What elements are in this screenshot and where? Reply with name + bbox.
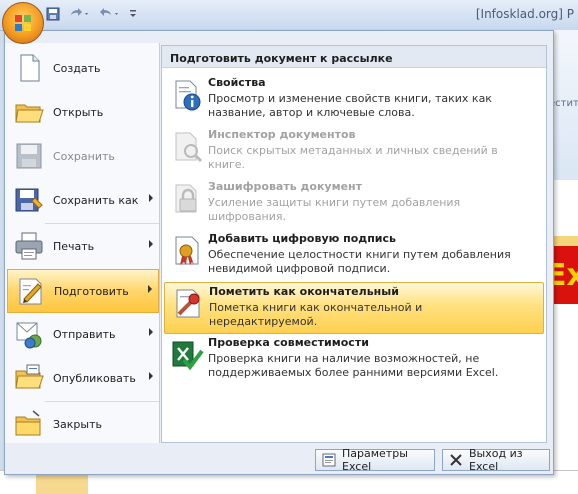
submenu-item[interactable]: Проверка совместимости Проверка книги на … xyxy=(164,334,542,384)
submenu-item[interactable]: Добавить цифровую подпись Обеспечение цел… xyxy=(164,230,542,280)
menu-item-label: Закрыть xyxy=(53,417,102,431)
menu-item-label: Сохранить как xyxy=(53,193,139,207)
menu-item-publish[interactable]: Опубликовать xyxy=(7,357,159,399)
menu-item-save-as[interactable]: Сохранить как xyxy=(7,179,159,221)
menu-item-label: Подготовить xyxy=(54,284,129,298)
submenu-item-description: Поиск скрытых метаданных и личных сведен… xyxy=(208,144,498,171)
menu-item-label: Сохранить xyxy=(53,149,115,163)
submenu-item[interactable]: Инспектор документов Поиск скрытых метада… xyxy=(164,126,542,176)
save-as-icon xyxy=(13,184,45,216)
submenu-item[interactable]: Свойства Просмотр и изменение свойств кни… xyxy=(164,74,542,124)
mark-final-icon xyxy=(171,287,205,321)
submenu-arrow-icon xyxy=(149,240,153,248)
redo-icon[interactable] xyxy=(98,7,120,24)
prepare-icon xyxy=(14,275,46,307)
submenu-item[interactable]: Зашифровать документ Усиление защиты книг… xyxy=(164,178,542,228)
new-document-icon xyxy=(13,52,45,84)
quick-access-toolbar xyxy=(46,6,138,24)
menu-separator xyxy=(45,223,159,224)
office-button[interactable] xyxy=(2,2,44,44)
submenu-item-description: Обеспечение целостности книги путем доба… xyxy=(208,248,511,275)
submenu-item-description: Усиление защиты книги путем добавления ш… xyxy=(208,196,461,223)
menu-item-label: Отправить xyxy=(53,327,116,341)
menu-item-prepare[interactable]: Подготовить xyxy=(7,269,159,313)
window-title: [Infosklad.org] P xyxy=(475,7,574,21)
excel-options-button[interactable]: Параметры Excel xyxy=(315,447,435,473)
submenu-item-title: Свойства xyxy=(208,76,266,89)
submenu-item-description: Проверка книги на наличие возможностей, … xyxy=(208,352,499,379)
submenu-item-title: Зашифровать документ xyxy=(208,180,363,193)
menu-item-label: Открыть xyxy=(53,105,104,119)
submenu-arrow-icon xyxy=(148,285,152,293)
menu-item-send[interactable]: Отправить xyxy=(7,313,159,355)
submenu-item-title: Проверка совместимости xyxy=(208,336,369,349)
exit-excel-label: Выход из Excel xyxy=(469,447,523,473)
title-bar: [Infosklad.org] P xyxy=(0,0,578,31)
submenu-item-title: Добавить цифровую подпись xyxy=(208,232,396,245)
submenu-item-title: Пометить как окончательный xyxy=(209,285,399,298)
submenu-arrow-icon xyxy=(149,328,153,336)
menu-separator xyxy=(45,401,159,402)
close-folder-icon xyxy=(13,408,45,440)
submenu-header: Подготовить документ к рассылке xyxy=(162,46,546,68)
office-menu: Создать Открыть Сохранить Сохранить как Печа… xyxy=(4,30,554,475)
submenu-item-title: Инспектор документов xyxy=(208,128,356,141)
submenu-item-description: Просмотр и изменение свойств книги, таки… xyxy=(208,92,492,119)
submenu-arrow-icon xyxy=(149,372,153,380)
send-icon xyxy=(13,318,45,350)
exit-x-icon xyxy=(449,453,463,467)
menu-item-label: Опубликовать xyxy=(53,371,136,385)
open-folder-icon xyxy=(13,96,45,128)
inspect-document-icon xyxy=(170,130,204,164)
office-menu-commands: Создать Открыть Сохранить Сохранить как Печа… xyxy=(5,43,160,443)
submenu-item[interactable]: Пометить как окончательный Пометка книги … xyxy=(164,282,544,334)
menu-item-label: Создать xyxy=(53,61,101,75)
digital-signature-icon xyxy=(170,234,204,268)
save-disk-icon xyxy=(13,140,45,172)
properties-icon xyxy=(170,78,204,112)
menu-item-create[interactable]: Создать xyxy=(7,47,159,89)
publish-icon xyxy=(13,362,45,394)
options-icon xyxy=(322,453,336,467)
menu-item-label: Печать xyxy=(53,239,95,253)
compatibility-check-icon xyxy=(170,338,204,372)
customize-qat-icon[interactable] xyxy=(128,7,138,24)
menu-item-close[interactable]: Закрыть xyxy=(7,403,159,445)
menu-item-open[interactable]: Открыть xyxy=(7,91,159,133)
excel-options-label: Параметры Excel xyxy=(342,447,408,473)
submenu-item-description: Пометка книги как окончательной и нереда… xyxy=(209,301,423,328)
prepare-submenu: Подготовить документ к рассылке Свойства… xyxy=(161,45,547,443)
undo-icon[interactable] xyxy=(68,7,90,24)
menu-item-save[interactable]: Сохранить xyxy=(7,135,159,177)
printer-icon xyxy=(13,230,45,262)
encrypt-lock-icon xyxy=(170,182,204,216)
menu-item-print[interactable]: Печать xyxy=(7,225,159,267)
submenu-arrow-icon xyxy=(149,194,153,202)
office-logo-icon xyxy=(15,15,31,31)
save-icon[interactable] xyxy=(46,7,60,24)
exit-excel-button[interactable]: Выход из Excel xyxy=(442,447,550,473)
